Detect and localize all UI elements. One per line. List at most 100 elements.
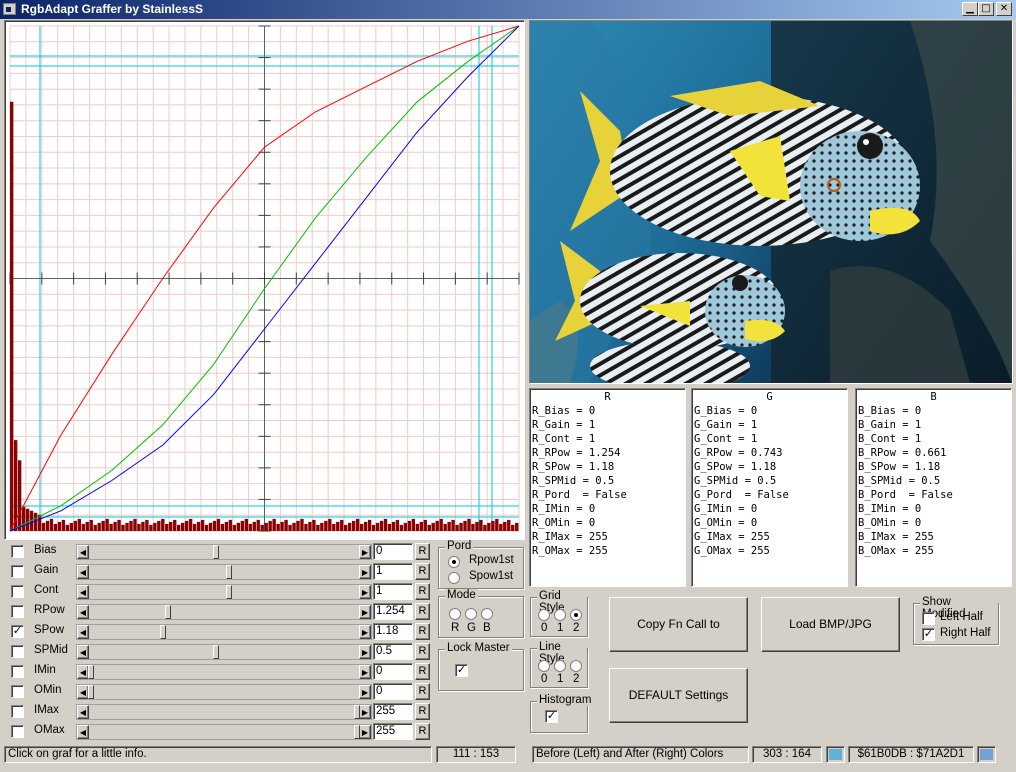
spow-value-field[interactable]: 1.18	[373, 623, 413, 640]
bias-slider-thumb[interactable]	[213, 545, 219, 559]
imax-slider[interactable]	[76, 704, 372, 720]
imax-slider-left-arrow[interactable]: ◀	[77, 705, 89, 719]
imin-slider-right-arrow[interactable]: ▶	[359, 665, 371, 679]
omax-slider[interactable]	[76, 724, 372, 740]
omax-reset-button[interactable]: R	[415, 723, 430, 740]
omax-slider-left-arrow[interactable]: ◀	[77, 725, 89, 739]
spow-slider-left-arrow[interactable]: ◀	[77, 625, 89, 639]
gain-reset-button[interactable]: R	[415, 563, 430, 580]
spmid-slider-right-arrow[interactable]: ▶	[359, 645, 371, 659]
omax-slider-right-arrow[interactable]: ▶	[359, 725, 371, 739]
spow-enable-checkbox[interactable]: ✓	[11, 625, 24, 638]
omax-value-field[interactable]: 255	[373, 723, 413, 740]
image-preview[interactable]	[529, 20, 1013, 384]
cont-slider-right-arrow[interactable]: ▶	[359, 585, 371, 599]
omin-reset-button[interactable]: R	[415, 683, 430, 700]
grid-style-0-radio[interactable]	[538, 609, 550, 621]
spmid-reset-button[interactable]: R	[415, 643, 430, 660]
rpow-slider-right-arrow[interactable]: ▶	[359, 605, 371, 619]
omin-enable-checkbox[interactable]	[11, 685, 24, 698]
histogram-checkbox[interactable]: ✓	[545, 710, 558, 723]
line-style-2-radio[interactable]	[570, 660, 582, 672]
histogram-bar	[439, 518, 443, 531]
cont-slider-left-arrow[interactable]: ◀	[77, 585, 89, 599]
spmid-slider[interactable]	[76, 644, 372, 660]
right-half-checkbox[interactable]: ✓	[922, 628, 935, 641]
spmid-slider-thumb[interactable]	[213, 645, 219, 659]
histogram-bar	[328, 518, 332, 531]
maximize-button[interactable]: □	[978, 2, 994, 16]
imax-enable-checkbox[interactable]	[11, 705, 24, 718]
rpow-value-field[interactable]: 1.254	[373, 603, 413, 620]
lock-master-checkbox[interactable]: ✓	[455, 664, 468, 677]
imin-reset-button[interactable]: R	[415, 663, 430, 680]
omin-slider[interactable]	[76, 684, 372, 700]
title-bar: RgbAdapt Graffer by StainlessS ▁ □ ✕	[0, 0, 1016, 19]
bias-slider[interactable]	[76, 544, 372, 560]
cont-slider-thumb[interactable]	[226, 585, 232, 599]
rpow-slider-thumb[interactable]	[165, 605, 171, 619]
imin-enable-checkbox[interactable]	[11, 665, 24, 678]
imin-value-field[interactable]: 0	[373, 663, 413, 680]
gain-slider-thumb[interactable]	[226, 565, 232, 579]
spow-slider-thumb[interactable]	[160, 625, 166, 639]
rpow-slider-left-arrow[interactable]: ◀	[77, 605, 89, 619]
gain-slider-right-arrow[interactable]: ▶	[359, 565, 371, 579]
cont-reset-button[interactable]: R	[415, 583, 430, 600]
cont-value-field[interactable]: 1	[373, 583, 413, 600]
cont-slider[interactable]	[76, 584, 372, 600]
left-half-checkbox[interactable]	[922, 612, 935, 625]
omin-slider-right-arrow[interactable]: ▶	[359, 685, 371, 699]
omin-slider-thumb[interactable]	[88, 685, 94, 699]
grid-style-1-radio[interactable]	[554, 609, 566, 621]
spow-reset-button[interactable]: R	[415, 623, 430, 640]
spmid-slider-left-arrow[interactable]: ◀	[77, 645, 89, 659]
minimize-button[interactable]: ▁	[962, 2, 978, 16]
gain-slider[interactable]	[76, 564, 372, 580]
histogram-bar	[93, 524, 97, 531]
histogram-bar	[383, 518, 388, 531]
gain-value-field[interactable]: 1	[373, 563, 413, 580]
omax-slider-thumb[interactable]	[354, 725, 360, 739]
rpow-slider[interactable]	[76, 604, 372, 620]
spow-slider-right-arrow[interactable]: ▶	[359, 625, 371, 639]
rpow-enable-checkbox[interactable]	[11, 605, 24, 618]
bias-slider-right-arrow[interactable]: ▶	[359, 545, 371, 559]
imin-slider[interactable]	[76, 664, 372, 680]
bias-slider-left-arrow[interactable]: ◀	[77, 545, 89, 559]
panel-header: G	[766, 391, 773, 403]
rpow1st-radio[interactable]	[448, 556, 460, 568]
mode-g-radio[interactable]	[465, 608, 477, 620]
gain-slider-left-arrow[interactable]: ◀	[77, 565, 89, 579]
imax-slider-right-arrow[interactable]: ▶	[359, 705, 371, 719]
grid-style-2-radio[interactable]	[570, 609, 582, 621]
copy-fn-call-button[interactable]: Copy Fn Call to ClipBoard	[609, 597, 748, 684]
curve-graph[interactable]	[4, 20, 525, 540]
imax-slider-thumb[interactable]	[354, 705, 360, 719]
bias-value-field[interactable]: 0	[373, 543, 413, 560]
histogram-bar	[423, 519, 427, 531]
close-button[interactable]: ✕	[996, 2, 1012, 16]
load-bmp-jpg-button[interactable]: Load BMP/JPG	[761, 597, 900, 652]
default-settings-button[interactable]: DEFAULT Settings	[609, 668, 748, 723]
spmid-value-field[interactable]: 0.5	[373, 643, 413, 660]
imax-value-field[interactable]: 255	[373, 703, 413, 720]
spow1st-radio[interactable]	[448, 572, 460, 584]
histogram-bar	[184, 520, 189, 531]
bias-enable-checkbox[interactable]	[11, 545, 24, 558]
bias-reset-button[interactable]: R	[415, 543, 430, 560]
rpow-reset-button[interactable]: R	[415, 603, 430, 620]
spmid-enable-checkbox[interactable]	[11, 645, 24, 658]
gain-enable-checkbox[interactable]	[11, 565, 24, 578]
maximize-icon: □	[981, 3, 991, 14]
line-style-1-radio[interactable]	[554, 660, 566, 672]
omax-enable-checkbox[interactable]	[11, 725, 24, 738]
line-style-0-radio[interactable]	[538, 660, 550, 672]
spow-slider[interactable]	[76, 624, 372, 640]
imin-slider-thumb[interactable]	[88, 665, 94, 679]
omin-value-field[interactable]: 0	[373, 683, 413, 700]
cont-enable-checkbox[interactable]	[11, 585, 24, 598]
imax-reset-button[interactable]: R	[415, 703, 430, 720]
mode-r-radio[interactable]	[449, 608, 461, 620]
mode-b-radio[interactable]	[481, 608, 493, 620]
